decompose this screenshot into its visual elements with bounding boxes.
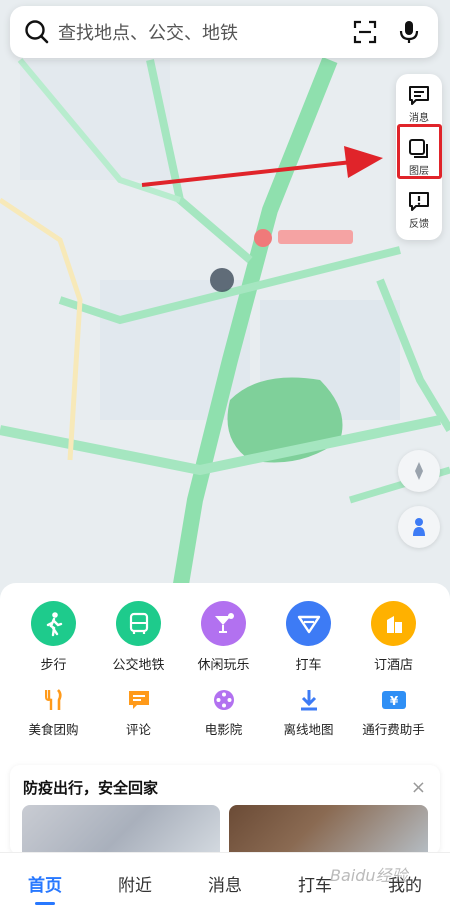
service-offline-map[interactable]: 离线地图	[266, 687, 351, 738]
taxi-icon	[297, 615, 320, 633]
service-label: 步行	[40, 658, 67, 673]
service-label: 公交地铁	[112, 658, 165, 673]
service-label: 美食团购	[28, 722, 79, 737]
walk-icon	[46, 611, 62, 636]
tab-label: 附近	[118, 876, 152, 896]
service-label: 订酒店	[373, 658, 413, 673]
download-icon	[300, 690, 317, 711]
close-icon[interactable]: ×	[411, 777, 426, 798]
banner-title: 防疫出行，安全回家	[23, 779, 159, 797]
tab-nearby[interactable]: 附近	[90, 853, 180, 920]
service-hotel[interactable]: 订酒店	[351, 601, 436, 673]
compass-icon	[415, 462, 423, 480]
tab-messages[interactable]: 消息	[180, 853, 270, 920]
compass-button[interactable]	[398, 450, 440, 492]
banner-image-right[interactable]	[229, 805, 428, 855]
svg-text:¥: ¥	[389, 694, 398, 708]
service-label: 休闲玩乐	[197, 658, 250, 673]
watermark: Baidu经验	[330, 866, 408, 885]
cocktail-icon	[214, 612, 234, 633]
annotation-arrow-icon	[141, 146, 383, 187]
person-location-icon	[413, 518, 425, 536]
tab-label: 打车	[298, 876, 332, 896]
secondary-services: 美食团购 评论 电影院 离线地图 ¥ 通行费助手	[0, 687, 450, 738]
toll-icon: ¥	[381, 691, 406, 709]
service-label: 电影院	[204, 722, 243, 737]
food-icon	[44, 689, 62, 710]
primary-services: 步行 公交地铁 休闲玩乐 打车 订酒店	[0, 601, 450, 673]
service-label: 通行费助手	[362, 722, 425, 737]
tab-label: 首页	[28, 876, 62, 896]
banner-image-left[interactable]	[22, 805, 220, 855]
hotel-icon	[386, 615, 402, 633]
tab-label: 消息	[208, 876, 242, 896]
service-label: 离线地图	[283, 722, 334, 737]
service-label: 打车	[295, 658, 322, 673]
service-cinema[interactable]: 电影院	[181, 687, 266, 738]
bus-icon	[129, 612, 148, 634]
comment-icon	[128, 691, 149, 709]
service-walk[interactable]: 步行	[11, 601, 96, 673]
service-food[interactable]: 美食团购	[11, 687, 96, 738]
service-bus[interactable]: 公交地铁	[96, 601, 181, 673]
location-button[interactable]	[398, 506, 440, 548]
service-comment[interactable]: 评论	[96, 687, 181, 738]
tab-home[interactable]: 首页	[0, 853, 90, 920]
film-icon	[213, 690, 234, 710]
service-taxi[interactable]: 打车	[266, 601, 351, 673]
service-leisure[interactable]: 休闲玩乐	[181, 601, 266, 673]
service-toll[interactable]: ¥ 通行费助手	[351, 687, 436, 738]
service-label: 评论	[125, 722, 151, 737]
active-indicator	[35, 902, 55, 905]
epidemic-banner[interactable]: 防疫出行，安全回家 ×	[10, 765, 440, 855]
